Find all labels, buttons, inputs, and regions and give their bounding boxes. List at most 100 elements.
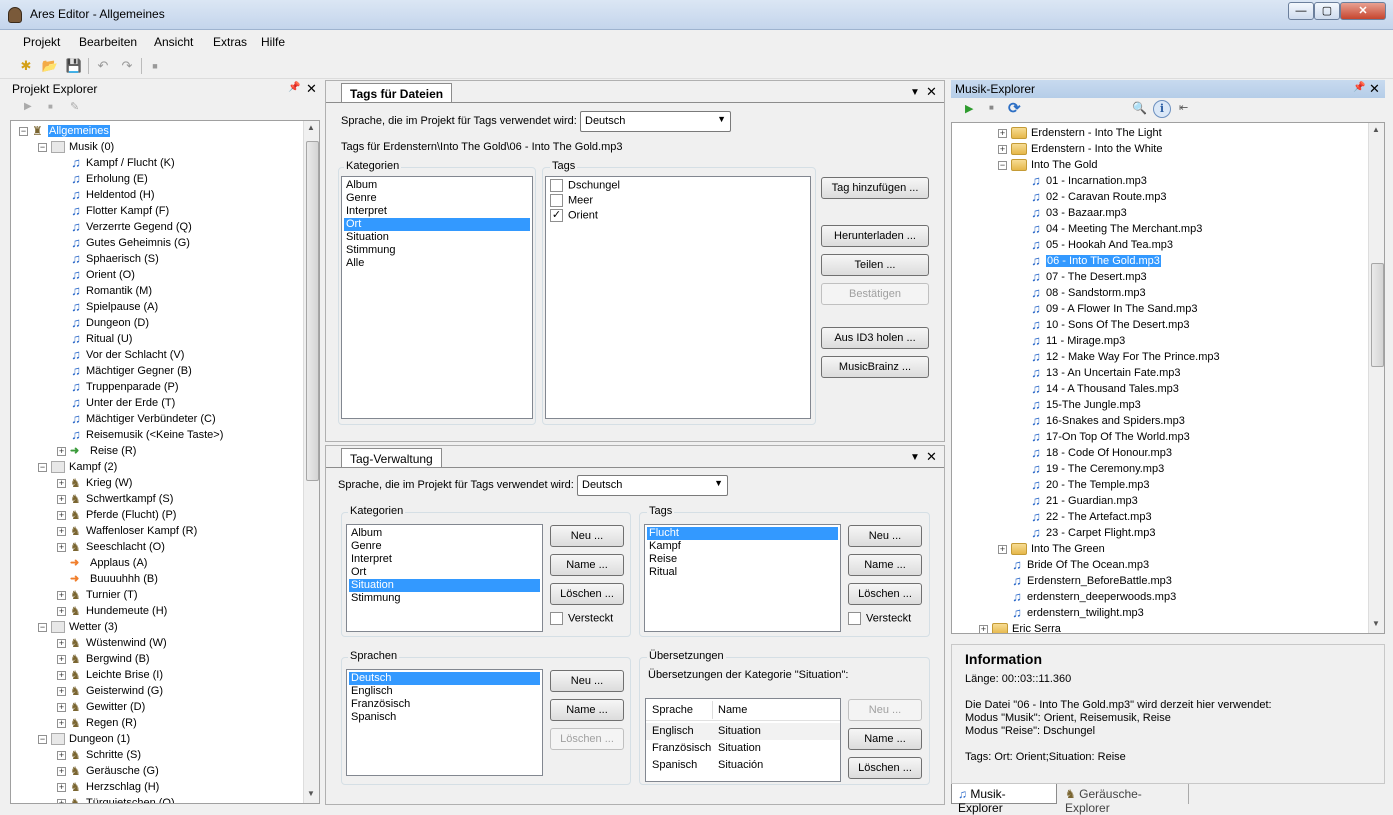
tree-item[interactable]: + ♞ Geisterwind (G)	[57, 683, 163, 699]
close-icon[interactable]: ✕	[926, 449, 937, 465]
menu-ansicht[interactable]: Ansicht	[154, 35, 193, 49]
maximize-button[interactable]: ▢	[1314, 2, 1340, 20]
confirm-button[interactable]: Bestätigen	[821, 283, 929, 305]
dropdown-icon[interactable]: ▼	[910, 452, 920, 463]
expand-toggle[interactable]: +	[57, 638, 66, 648]
expand-toggle[interactable]: +	[57, 446, 66, 456]
tree-item[interactable]: ♫ Unter der Erde (T)	[57, 395, 175, 411]
tree-item[interactable]: − Wetter (3)	[38, 619, 118, 635]
dropdown-icon[interactable]: ▼	[910, 87, 920, 98]
tree-item[interactable]: ♫ 09 - A Flower In The Sand.mp3	[1017, 301, 1197, 317]
language-select[interactable]: Deutsch ▼	[580, 111, 731, 132]
language-item[interactable]: Französisch	[349, 698, 540, 711]
collapse-icon[interactable]: ⇤	[1179, 101, 1188, 114]
stop-icon[interactable]: ■	[146, 57, 164, 75]
tree-item[interactable]: ♫ Mächtiger Verbündeter (C)	[57, 411, 216, 427]
tree-item[interactable]: ♫ 19 - The Ceremony.mp3	[1017, 461, 1164, 477]
tree-item[interactable]: ♫ 11 - Mirage.mp3	[1017, 333, 1125, 349]
expand-toggle[interactable]: +	[57, 750, 66, 760]
id3-button[interactable]: Aus ID3 holen ...	[821, 327, 929, 349]
category-item[interactable]: Album	[344, 179, 530, 192]
tree-item[interactable]: + ➜ Reise (R)	[57, 443, 136, 459]
tree-item[interactable]: + ♞ Herzschlag (H)	[57, 779, 159, 795]
expand-toggle[interactable]: +	[998, 128, 1007, 138]
tree-item[interactable]: ♫ 12 - Make Way For The Prince.mp3	[1017, 349, 1220, 365]
tree-item[interactable]: ♫ 17-On Top Of The World.mp3	[1017, 429, 1190, 445]
tree-item[interactable]: ♫ Orient (O)	[57, 267, 135, 283]
tree-item[interactable]: ♫ 13 - An Uncertain Fate.mp3	[1017, 365, 1180, 381]
tree-item[interactable]: + ♞ Turnier (T)	[57, 587, 138, 603]
language-new-button[interactable]: Neu ...	[550, 670, 624, 692]
category-item[interactable]: Interpret	[349, 553, 540, 566]
scrollbar-thumb[interactable]	[1371, 263, 1384, 367]
close-icon[interactable]: ✕	[926, 84, 937, 100]
tree-item[interactable]: ♫ Dungeon (D)	[57, 315, 149, 331]
checkbox[interactable]: ✓	[550, 209, 563, 222]
musicbrainz-button[interactable]: MusicBrainz ...	[821, 356, 929, 378]
refresh-icon[interactable]: ⟳	[1008, 99, 1021, 117]
category-item[interactable]: Ort	[349, 566, 540, 579]
tab-tags-files[interactable]: Tags für Dateien	[341, 83, 453, 103]
tag-item[interactable]: Ritual	[647, 566, 838, 579]
tree-item[interactable]: + ♞ Waffenloser Kampf (R)	[57, 523, 197, 539]
download-button[interactable]: Herunterladen ...	[821, 225, 929, 247]
tree-item[interactable]: ♫ Kampf / Flucht (K)	[57, 155, 175, 171]
expand-toggle[interactable]: +	[998, 144, 1007, 154]
tree-item[interactable]: ♫ Bride Of The Ocean.mp3	[998, 557, 1149, 573]
tree-item[interactable]: ♫ erdenstern_deeperwoods.mp3	[998, 589, 1176, 605]
tree-item[interactable]: ♫ 04 - Meeting The Merchant.mp3	[1017, 221, 1202, 237]
collapse-toggle[interactable]: −	[998, 160, 1007, 170]
tag-checkbox-item[interactable]: ✓ Orient	[548, 209, 808, 224]
edit-icon[interactable]: ✎	[70, 100, 79, 113]
tag-rename-button[interactable]: Name ...	[848, 554, 922, 576]
tree-item[interactable]: ♫ Vor der Schlacht (V)	[57, 347, 184, 363]
tree-item[interactable]: ♫ 10 - Sons Of The Desert.mp3	[1017, 317, 1189, 333]
tag-checkbox-item[interactable]: Meer	[548, 194, 808, 209]
expand-toggle[interactable]: +	[57, 670, 66, 680]
tree-item[interactable]: ♫ Flotter Kampf (F)	[57, 203, 169, 219]
tree-item[interactable]: ♫ 16-Snakes and Spiders.mp3	[1017, 413, 1185, 429]
tag-item[interactable]: Flucht	[647, 527, 838, 540]
play-icon[interactable]: ▶	[965, 102, 973, 115]
column-header[interactable]: Name	[718, 704, 747, 716]
tree-item[interactable]: ♫ 18 - Code Of Honour.mp3	[1017, 445, 1172, 461]
language-item[interactable]: Spanisch	[349, 711, 540, 724]
tree-item[interactable]: ♫ Gutes Geheimnis (G)	[57, 235, 190, 251]
tag-item[interactable]: Kampf	[647, 540, 838, 553]
pin-icon[interactable]: 📌	[288, 82, 300, 93]
expand-toggle[interactable]: +	[57, 526, 66, 536]
new-icon[interactable]: ✱	[17, 57, 35, 75]
admin-tags-list[interactable]: Flucht Kampf Reise Ritual	[644, 524, 841, 632]
expand-toggle[interactable]: +	[57, 718, 66, 728]
tree-item[interactable]: + ♞ Krieg (W)	[57, 475, 132, 491]
tree-item[interactable]: ♫ Romantik (M)	[57, 283, 152, 299]
category-item[interactable]: Stimmung	[349, 592, 540, 605]
tree-item[interactable]: + ♞ Regen (R)	[57, 715, 137, 731]
tab-music-explorer[interactable]: ♫ Musik-Explorer	[951, 784, 1057, 815]
expand-toggle[interactable]: +	[57, 510, 66, 520]
expand-toggle[interactable]: +	[57, 654, 66, 664]
expand-toggle[interactable]: +	[57, 542, 66, 552]
share-button[interactable]: Teilen ...	[821, 254, 929, 276]
tree-item[interactable]: ♫ Erdenstern_BeforeBattle.mp3	[998, 573, 1172, 589]
tag-item[interactable]: Reise	[647, 553, 838, 566]
expand-toggle[interactable]: +	[57, 478, 66, 488]
tree-item[interactable]: ♫ 14 - A Thousand Tales.mp3	[1017, 381, 1179, 397]
translations-table[interactable]: Sprache Name Englisch Situation Französisch S…	[645, 698, 841, 782]
tree-item[interactable]: − Dungeon (1)	[38, 731, 130, 747]
tree-item[interactable]: ♫ Ritual (U)	[57, 331, 132, 347]
stop-icon[interactable]: ■	[48, 102, 53, 111]
tree-item[interactable]: ♫ 02 - Caravan Route.mp3	[1017, 189, 1166, 205]
tab-tag-admin[interactable]: Tag-Verwaltung	[341, 448, 442, 468]
checkbox[interactable]	[550, 179, 563, 192]
category-item[interactable]: Alle	[344, 257, 530, 270]
tag-hidden-checkbox[interactable]: Versteckt	[848, 612, 911, 625]
expand-toggle[interactable]: +	[57, 766, 66, 776]
tree-item[interactable]: ♫ 08 - Sandstorm.mp3	[1017, 285, 1146, 301]
undo-icon[interactable]: ↶	[94, 57, 112, 75]
tree-item[interactable]: − ♜ Allgemeines	[19, 123, 110, 139]
tree-item[interactable]: ♫ 15-The Jungle.mp3	[1017, 397, 1141, 413]
menu-projekt[interactable]: Projekt	[23, 35, 60, 49]
collapse-toggle[interactable]: −	[19, 126, 28, 136]
tree-item[interactable]: ♫ 23 - Carpet Flight.mp3	[1017, 525, 1155, 541]
